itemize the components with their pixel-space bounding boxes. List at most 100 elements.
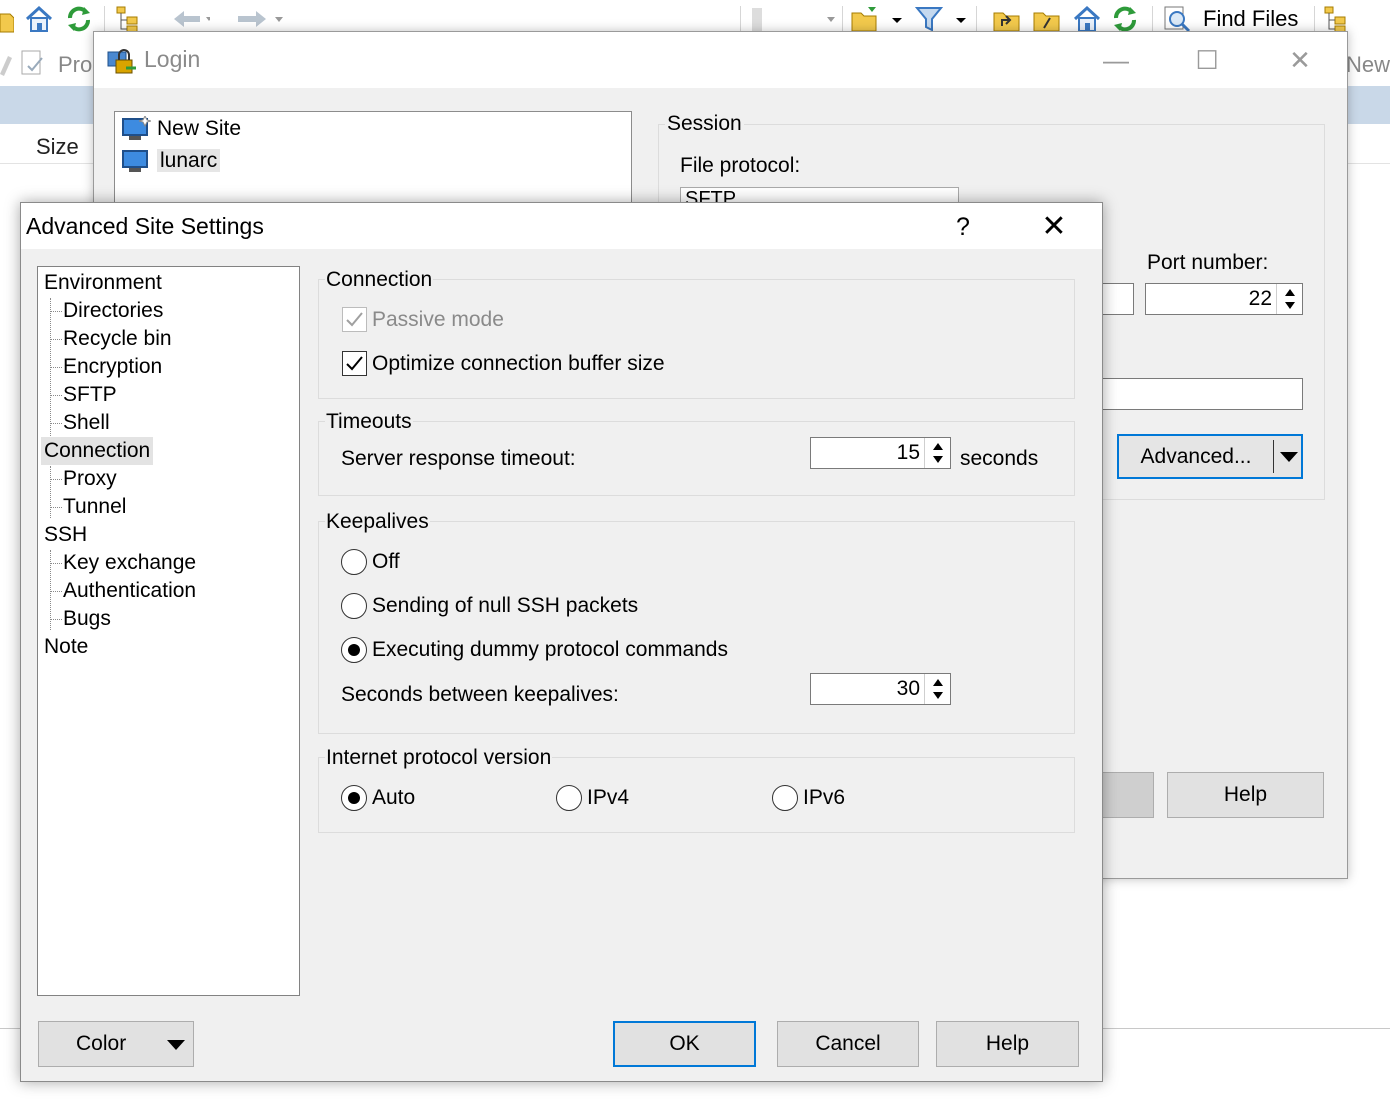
site-monitor-icon [122,150,148,172]
site-item-new-site[interactable]: New Site [121,114,241,144]
port-number-label: Port number: [1147,251,1269,274]
ipv4-label: IPv4 [587,786,630,809]
password-input[interactable] [1094,378,1303,410]
tree-item-key-exchange[interactable]: Key exchange [63,549,196,577]
keepalive-interval-value: 30 [896,677,920,700]
edit-icon[interactable] [0,50,12,78]
keepalive-interval-spinner[interactable]: 30 [810,673,951,705]
login-titlebar: Login — ☐ ✕ [94,32,1347,88]
maximize-button[interactable]: ☐ [1187,42,1227,78]
help-button[interactable]: Help [936,1021,1079,1067]
open-dropdown-icon[interactable] [890,4,904,34]
cancel-button[interactable]: Cancel [777,1021,919,1067]
file-protocol-label: File protocol: [680,154,801,177]
refresh-icon[interactable] [64,4,94,34]
dialog-titlebar: Advanced Site Settings ? ✕ [21,203,1102,249]
seconds-unit-label: seconds [960,447,1039,470]
find-files-icon[interactable] [1162,4,1192,34]
timeouts-group-label: Timeouts [325,410,413,434]
tree-item-authentication[interactable]: Authentication [63,577,196,605]
tree-folder-icon[interactable] [114,4,144,34]
new-label[interactable]: New [1346,52,1390,78]
site-label: lunarc [157,149,221,172]
keepalive-dummy-commands-label: Executing dummy protocol commands [372,638,728,661]
keepalive-null-packets-radio[interactable] [341,593,367,619]
tree-item-proxy[interactable]: Proxy [63,465,117,493]
parent-directory-icon[interactable] [992,4,1022,34]
ip-auto-label: Auto [372,786,416,809]
ok-button[interactable]: OK [613,1021,756,1067]
new-site-monitor-icon [122,116,151,140]
close-login-button[interactable]: ✕ [1280,42,1320,78]
optimize-buffer-checkbox[interactable] [342,351,367,376]
timeout-spin-buttons[interactable] [924,438,950,468]
forward-arrow-icon[interactable] [232,4,272,34]
port-number-spinner[interactable]: 22 [1145,283,1303,315]
ip-version-group-label: Internet protocol version [325,746,553,770]
home-icon[interactable] [24,4,54,34]
size-column-header[interactable]: Size [36,134,79,160]
connection-group [318,279,1075,399]
color-button[interactable]: Color [38,1021,194,1067]
tree-item-recycle-bin[interactable]: Recycle bin [63,325,172,353]
tree-item-note[interactable]: Note [44,633,88,661]
site-item-lunarc[interactable]: lunarc [121,146,221,176]
keepalive-spin-buttons[interactable] [924,674,950,704]
passive-mode-checkbox[interactable] [342,307,367,332]
keepalive-off-radio[interactable] [341,549,367,575]
tree-item-tunnel[interactable]: Tunnel [63,493,126,521]
settings-tree[interactable]: Environment Directories Recycle bin Encr… [37,266,300,996]
cancel-login-button[interactable] [1094,772,1154,818]
passive-mode-label: Passive mode [372,308,504,331]
server-response-timeout-label: Server response timeout: [341,447,576,470]
find-files-label[interactable]: Find Files [1203,4,1298,34]
tree-item-encryption[interactable]: Encryption [63,353,162,381]
folder-icon[interactable] [0,4,14,34]
tree-item-bugs[interactable]: Bugs [63,605,111,633]
tree-item-shell[interactable]: Shell [63,409,110,437]
close-icon[interactable]: ✕ [1031,207,1077,247]
server-response-timeout-spinner[interactable]: 15 [810,437,951,469]
filter-dropdown-icon[interactable] [954,4,968,34]
color-button-label: Color [76,1032,127,1055]
properties-icon[interactable] [18,48,48,78]
keepalive-dummy-commands-radio[interactable] [341,637,367,663]
optimize-buffer-label: Optimize connection buffer size [372,352,665,375]
checkmark-icon [346,356,363,371]
home-directory-icon[interactable] [1072,4,1102,34]
path-dropdown-icon[interactable] [750,4,770,34]
seconds-between-keepalives-label: Seconds between keepalives: [341,683,619,706]
tree-folder-icon-right[interactable] [1322,4,1352,34]
open-folder-icon[interactable] [850,4,880,34]
connection-group-label: Connection [325,268,434,292]
tree-item-sftp[interactable]: SFTP [63,381,117,409]
properties-label[interactable]: Pro [58,52,92,78]
ipv6-radio[interactable] [772,785,798,811]
server-response-timeout-value: 15 [896,441,920,464]
ip-auto-radio[interactable] [341,785,367,811]
keepalive-null-packets-label: Sending of null SSH packets [372,594,639,617]
advanced-site-settings-dialog: Advanced Site Settings ? ✕ Environment D… [20,202,1103,1082]
refresh-remote-icon[interactable] [1110,4,1140,34]
keepalives-group-label: Keepalives [325,510,430,534]
path-chevron-icon[interactable] [824,4,838,34]
site-label: New Site [157,117,242,140]
forward-dropdown-icon[interactable] [272,4,286,34]
minimize-button[interactable]: — [1096,42,1136,78]
login-lock-icon [107,49,136,74]
chevron-down-icon[interactable] [1280,452,1298,462]
port-number-value: 22 [1248,287,1272,310]
login-help-button[interactable]: Help [1167,772,1324,818]
checkmark-icon [346,312,363,327]
port-spin-buttons[interactable] [1276,284,1302,314]
help-icon[interactable]: ? [941,207,985,247]
tree-item-environment[interactable]: Environment [44,269,162,297]
tree-item-ssh[interactable]: SSH [44,521,87,549]
tree-item-connection[interactable]: Connection [41,437,154,465]
root-directory-icon[interactable] [1032,4,1062,34]
filter-icon[interactable] [914,4,944,34]
advanced-button[interactable]: Advanced... [1117,434,1303,479]
back-arrow-icon[interactable] [170,4,210,34]
tree-item-directories[interactable]: Directories [63,297,163,325]
ipv4-radio[interactable] [556,785,582,811]
